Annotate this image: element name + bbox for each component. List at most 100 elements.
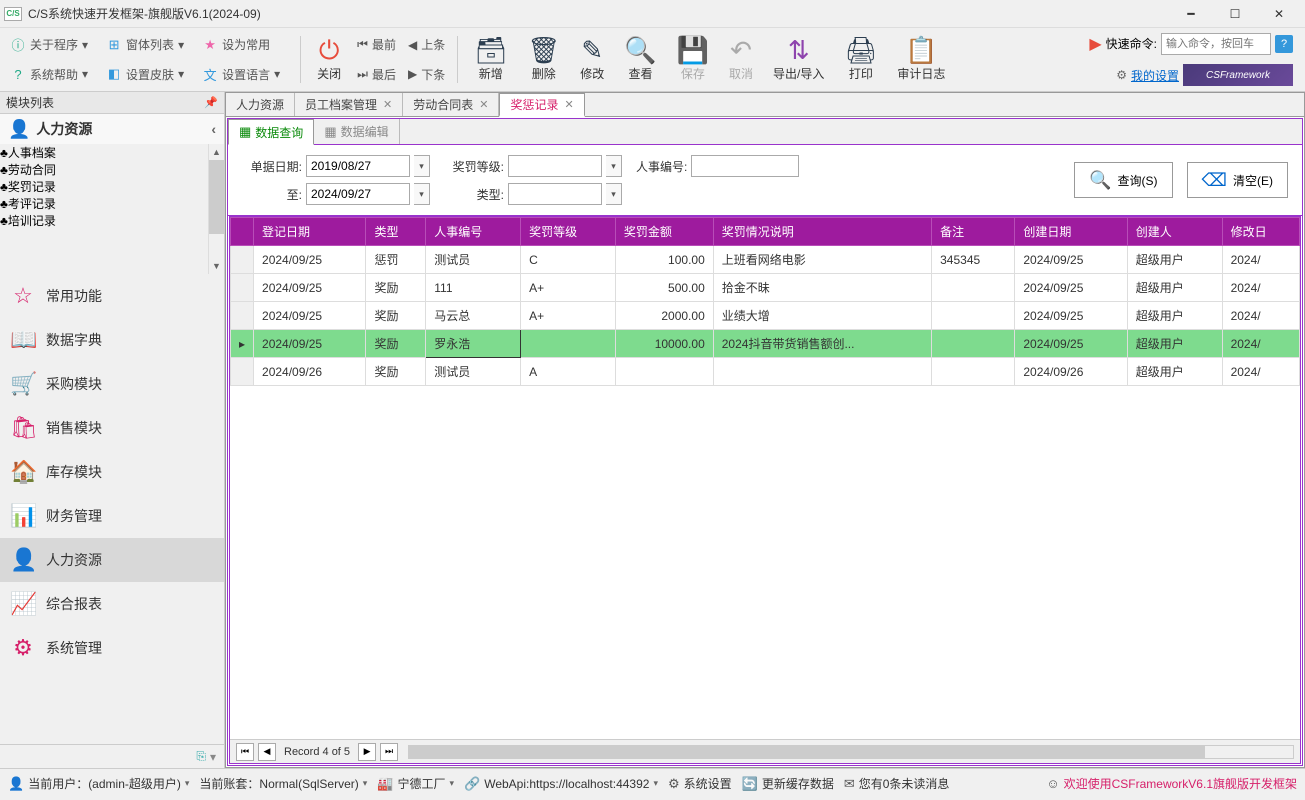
cell-hrno[interactable]: 测试员 — [426, 246, 521, 274]
tree-item-0[interactable]: ♣人事档案 — [0, 144, 208, 161]
cell-mdate[interactable]: 2024/ — [1222, 330, 1299, 358]
nav-last[interactable]: ⏭最后 — [351, 65, 402, 84]
cell-level[interactable] — [521, 330, 616, 358]
tree-scrollbar[interactable]: ▲▼ — [208, 144, 224, 274]
hrno-input[interactable] — [691, 155, 799, 177]
doc-tab-1[interactable]: 员工档案管理✕ — [295, 93, 403, 116]
tab-close-icon[interactable]: ✕ — [383, 98, 392, 111]
delete-button[interactable]: 🗑删除 — [517, 30, 570, 89]
cell-level[interactable]: A — [521, 358, 616, 386]
status-cache[interactable]: 🔄更新缓存数据 — [742, 775, 834, 792]
level-drop[interactable]: ▾ — [606, 155, 622, 177]
table-row[interactable]: ▸2024/09/25奖励罗永浩10000.002024抖音带货销售额创...2… — [231, 330, 1300, 358]
type-select[interactable] — [508, 183, 602, 205]
cell-amount[interactable]: 500.00 — [615, 274, 713, 302]
subtab-edit[interactable]: ▦数据编辑 — [314, 119, 399, 144]
cell-hrno[interactable]: 罗永浩 — [426, 330, 521, 358]
module-3[interactable]: 🛍销售模块 — [0, 406, 224, 450]
cell-amount[interactable]: 10000.00 — [615, 330, 713, 358]
maximize-button[interactable]: ☐ — [1213, 0, 1257, 28]
cell-level[interactable]: C — [521, 246, 616, 274]
cell-hrno[interactable]: 马云总 — [426, 302, 521, 330]
tab-close-icon[interactable]: ✕ — [479, 98, 488, 111]
level-select[interactable] — [508, 155, 602, 177]
import-export-button[interactable]: ⇅导出/导入 — [763, 30, 834, 89]
table-row[interactable]: 2024/09/25奖励111A+500.00拾金不昧2024/09/25超级用… — [231, 274, 1300, 302]
doc-tab-2[interactable]: 劳动合同表✕ — [403, 93, 499, 116]
formlist-menu[interactable]: ⊞窗体列表▾ — [102, 34, 188, 55]
col-2[interactable]: 人事编号 — [426, 218, 521, 246]
col-8[interactable]: 创建人 — [1127, 218, 1222, 246]
cell-hrno[interactable]: 111 — [426, 274, 521, 302]
cell-type[interactable]: 奖励 — [366, 274, 426, 302]
col-5[interactable]: 奖罚情况说明 — [713, 218, 931, 246]
cell-hrno[interactable]: 测试员 — [426, 358, 521, 386]
col-6[interactable]: 备注 — [932, 218, 1015, 246]
my-settings-link[interactable]: 我的设置 — [1131, 67, 1179, 84]
cmd-input[interactable] — [1161, 33, 1271, 55]
grid-hscroll[interactable] — [408, 745, 1294, 759]
cell-desc[interactable] — [713, 358, 931, 386]
status-user[interactable]: 👤当前用户：(admin-超级用户)▾ — [8, 775, 189, 792]
cell-date[interactable]: 2024/09/25 — [254, 302, 366, 330]
cell-desc[interactable]: 拾金不昧 — [713, 274, 931, 302]
cell-creator[interactable]: 超级用户 — [1127, 274, 1222, 302]
cell-level[interactable]: A+ — [521, 302, 616, 330]
subtab-query[interactable]: ▦数据查询 — [228, 119, 314, 145]
cell-memo[interactable] — [932, 302, 1015, 330]
col-9[interactable]: 修改日 — [1222, 218, 1299, 246]
status-account[interactable]: 当前账套：Normal(SqlServer)▾ — [199, 775, 367, 792]
nav-first[interactable]: ⏮最前 — [351, 35, 402, 54]
setdefault-menu[interactable]: ★设为常用 — [198, 34, 284, 55]
cell-cdate[interactable]: 2024/09/26 — [1015, 358, 1127, 386]
tree-item-4[interactable]: ♣培训记录 — [0, 212, 208, 229]
doc-tab-3[interactable]: 奖惩记录✕ — [499, 93, 584, 117]
cell-creator[interactable]: 超级用户 — [1127, 330, 1222, 358]
module-title[interactable]: 👤 人力资源 ‹ — [0, 114, 224, 144]
clear-button[interactable]: ⌫清空(E) — [1187, 162, 1288, 198]
pin-icon[interactable]: 📌 — [204, 96, 218, 109]
col-0[interactable]: 登记日期 — [254, 218, 366, 246]
cell-date[interactable]: 2024/09/26 — [254, 358, 366, 386]
nav-prev[interactable]: ◀上条 — [402, 35, 451, 54]
date-from-input[interactable] — [306, 155, 410, 177]
pager-last[interactable]: ⏭ — [380, 743, 398, 761]
about-menu[interactable]: ⓘ关于程序▾ — [6, 34, 92, 55]
close-button[interactable]: ⏻关闭 — [307, 30, 351, 89]
pager-first[interactable]: ⏮ — [236, 743, 254, 761]
tree-item-3[interactable]: ♣考评记录 — [0, 195, 208, 212]
query-button[interactable]: 🔍查询(S) — [1074, 162, 1172, 198]
copy-icon[interactable]: ⎘ — [196, 749, 206, 764]
col-1[interactable]: 类型 — [366, 218, 426, 246]
cmd-help-button[interactable]: ? — [1275, 35, 1293, 53]
cell-memo[interactable] — [932, 274, 1015, 302]
cell-desc[interactable]: 2024抖音带货销售额创... — [713, 330, 931, 358]
module-5[interactable]: 📊财务管理 — [0, 494, 224, 538]
cell-mdate[interactable]: 2024/ — [1222, 358, 1299, 386]
table-row[interactable]: 2024/09/26奖励测试员A2024/09/26超级用户2024/ — [231, 358, 1300, 386]
cell-type[interactable]: 奖励 — [366, 330, 426, 358]
col-3[interactable]: 奖罚等级 — [521, 218, 616, 246]
module-0[interactable]: ☆常用功能 — [0, 274, 224, 318]
print-button[interactable]: 🖨打印 — [834, 30, 887, 89]
cell-desc[interactable]: 上班看网络电影 — [713, 246, 931, 274]
status-factory[interactable]: 🏭宁德工厂▾ — [377, 775, 454, 792]
data-grid[interactable]: 登记日期类型人事编号奖罚等级奖罚金额奖罚情况说明备注创建日期创建人修改日 202… — [230, 217, 1300, 739]
pager-prev[interactable]: ◀ — [258, 743, 276, 761]
tree-item-2[interactable]: ♣奖罚记录 — [0, 178, 208, 195]
type-drop[interactable]: ▾ — [606, 183, 622, 205]
cell-cdate[interactable]: 2024/09/25 — [1015, 302, 1127, 330]
cell-creator[interactable]: 超级用户 — [1127, 246, 1222, 274]
cell-mdate[interactable]: 2024/ — [1222, 302, 1299, 330]
close-window-button[interactable]: ✕ — [1257, 0, 1301, 28]
cell-level[interactable]: A+ — [521, 274, 616, 302]
cell-memo[interactable] — [932, 330, 1015, 358]
table-row[interactable]: 2024/09/25惩罚测试员C100.00上班看网络电影3453452024/… — [231, 246, 1300, 274]
cell-cdate[interactable]: 2024/09/25 — [1015, 246, 1127, 274]
tab-close-icon[interactable]: ✕ — [565, 98, 574, 111]
pager-next[interactable]: ▶ — [358, 743, 376, 761]
cell-cdate[interactable]: 2024/09/25 — [1015, 330, 1127, 358]
auditlog-button[interactable]: 📋审计日志 — [887, 30, 955, 89]
cell-memo[interactable] — [932, 358, 1015, 386]
module-7[interactable]: 📈综合报表 — [0, 582, 224, 626]
